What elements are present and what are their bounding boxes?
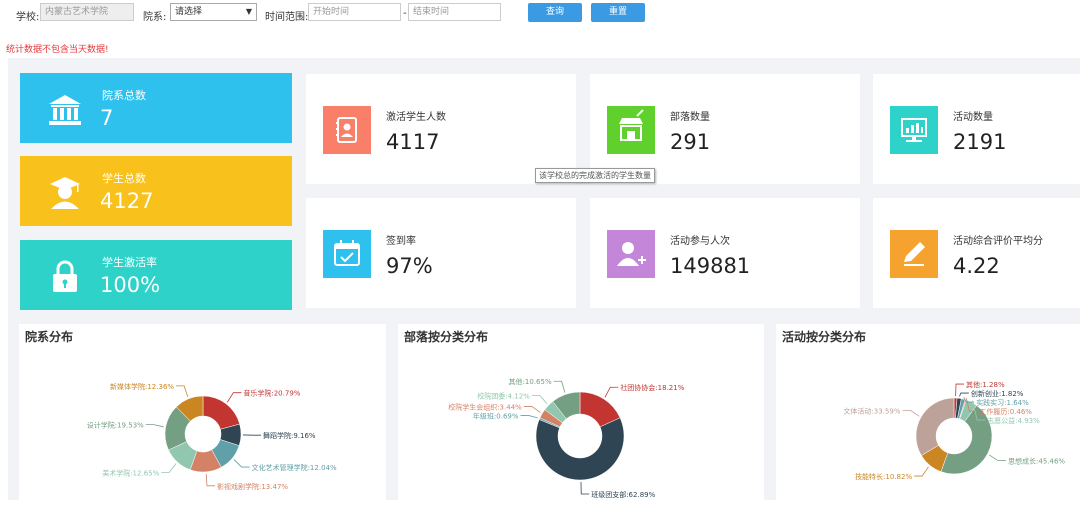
- label-line: [161, 463, 177, 473]
- slice-label: 社团协协会:18.21%: [620, 383, 684, 392]
- chart-title: 活动按分类分布: [782, 330, 867, 344]
- slice-label: 校院学生会组织:3.44%: [448, 402, 522, 411]
- reset-button[interactable]: 重置: [591, 3, 645, 22]
- lock-icon: [53, 260, 77, 292]
- slice-label: 技能特长:10.82%: [855, 472, 912, 481]
- shop-icon: [607, 106, 655, 154]
- slice-label: 年级班:0.69%: [473, 411, 519, 420]
- tribe-distribution-panel: 部落按分类分布 社团协协会:18.21% 班级团支部:62.89% 其他:10.65…: [398, 324, 764, 500]
- avg-rating-value: 4.22: [953, 254, 1000, 278]
- label-line: [145, 424, 164, 428]
- label-line: [902, 409, 920, 417]
- label-line: [523, 406, 541, 413]
- active-students-value: 4117: [386, 130, 440, 154]
- start-time-input[interactable]: 开始时间: [308, 3, 401, 21]
- activity-distribution-panel: 活动按分类分布 其他:1.28% 创新创业:1.82% 实践实习:1.64% 工作履历…: [776, 324, 1080, 500]
- slice-label: 班级团支部:62.89%: [591, 490, 655, 499]
- avg-rating-card: 活动综合评价平均分 4.22: [873, 198, 1080, 308]
- slice-label: 其他:1.28%: [966, 380, 1005, 389]
- chart-title: 院系分布: [25, 330, 74, 344]
- dept-total-value: 7: [100, 106, 114, 130]
- school-input[interactable]: 内蒙古艺术学院: [40, 3, 134, 21]
- tooltip: 该学校总的完成激活的学生数量: [535, 168, 655, 183]
- checkin-rate-card: 签到率 97%: [306, 198, 576, 308]
- school-label: 学校:: [16, 12, 40, 23]
- chart-title: 部落按分类分布: [404, 330, 489, 344]
- dept-select-value: 请选择: [175, 7, 203, 17]
- slice-label: 设计学院:19.53%: [87, 421, 144, 430]
- pie-slice[interactable]: [915, 397, 955, 456]
- tribe-count-label: 部落数量: [670, 112, 710, 123]
- participation-value: 149881: [670, 254, 751, 278]
- label-line: [553, 380, 566, 393]
- activation-rate-label: 学生激活率: [102, 256, 157, 269]
- graduate-icon: [50, 177, 80, 209]
- avg-rating-label: 活动综合评价平均分: [953, 236, 1043, 247]
- checkin-rate-value: 97%: [386, 254, 433, 278]
- pie-slice[interactable]: [535, 417, 625, 481]
- participation-label: 活动参与人次: [670, 236, 730, 247]
- dept-total-card: 院系总数 7: [20, 73, 292, 143]
- dept-distribution-chart: 音乐学院:20.79% 舞蹈学院:9.16% 文化艺术管理学院:12.04% 影视戏剧…: [87, 382, 337, 491]
- pie-slice[interactable]: [202, 395, 240, 430]
- end-time-input[interactable]: 结束时间: [408, 3, 501, 21]
- slice-label: 其他:10.65%: [509, 377, 552, 386]
- dept-distribution-panel: 院系分布 音乐学院:20.79% 舞蹈学院:9.16% 文化艺术管理学院:12.04…: [19, 324, 386, 500]
- label-line: [531, 395, 548, 405]
- slice-label: 新媒体学院:12.36%: [110, 382, 174, 391]
- checkin-rate-label: 签到率: [386, 236, 416, 247]
- label-line: [959, 392, 969, 397]
- time-range-label: 时间范围:: [265, 12, 309, 23]
- label-line: [520, 415, 538, 419]
- slice-label: 文化艺术管理学院:12.04%: [252, 463, 337, 472]
- tribe-distribution-chart: 社团协协会:18.21% 班级团支部:62.89% 其他:10.65% 校院团委:4.…: [448, 377, 685, 499]
- building-icon: [49, 95, 81, 125]
- label-line: [176, 385, 189, 398]
- student-total-label: 学生总数: [102, 172, 146, 185]
- label-line: [955, 383, 965, 397]
- dept-select[interactable]: 请选择 ▼: [170, 3, 257, 21]
- label-line: [226, 392, 242, 403]
- activation-rate-value: 100%: [100, 273, 161, 297]
- slice-label: 工作履历:0.46%: [979, 407, 1032, 416]
- dept-total-label: 院系总数: [102, 89, 146, 102]
- filter-bar: 学校: 内蒙古艺术学院 院系: 请选择 ▼ 时间范围: 开始时间 - 结束时间 …: [0, 0, 1080, 30]
- slice-label: 校院团委:4.12%: [477, 392, 530, 401]
- query-button[interactable]: 查询: [528, 3, 582, 22]
- time-separator: -: [403, 8, 407, 19]
- slice-label: 舞蹈学院:9.16%: [263, 431, 316, 440]
- label-line: [914, 466, 929, 477]
- notice-text: 统计数据不包含当天数据!: [6, 45, 109, 55]
- student-total-card: 学生总数 4127: [20, 156, 292, 226]
- label-line: [233, 459, 250, 468]
- activity-count-label: 活动数量: [953, 112, 993, 123]
- participation-card: 活动参与人次 149881: [590, 198, 860, 308]
- slice-label: 创新创业:1.82%: [971, 389, 1024, 398]
- contact-book-icon: [323, 106, 371, 154]
- pencil-icon: [890, 230, 938, 278]
- slice-label: 音乐学院:20.79%: [243, 389, 300, 398]
- slice-label: 影视戏剧学院:13.47%: [217, 482, 288, 491]
- student-total-value: 4127: [100, 189, 154, 213]
- slice-label: 文体活动:33.59%: [843, 406, 900, 415]
- dept-label: 院系:: [143, 12, 167, 23]
- calendar-check-icon: [323, 230, 371, 278]
- label-line: [580, 481, 590, 495]
- active-students-label: 激活学生人数: [386, 112, 446, 123]
- label-line: [604, 386, 619, 398]
- activity-distribution-chart: 其他:1.28%创新创业:1.82%实践实习:1.64%工作履历:0.46%志愿…: [843, 380, 1065, 481]
- label-line: [205, 473, 216, 487]
- tribe-count-value: 291: [670, 130, 711, 154]
- slice-label: 美术学院:12.65%: [102, 468, 159, 477]
- slice-label: 实践实习:1.64%: [976, 398, 1029, 407]
- chevron-down-icon: ▼: [245, 7, 252, 16]
- add-user-icon: [607, 230, 655, 278]
- slice-label: 志愿公益:4.93%: [987, 416, 1040, 425]
- slice-label: 思想成长:45.46%: [1008, 457, 1065, 466]
- label-line: [989, 454, 1007, 462]
- monitor-chart-icon: [890, 106, 938, 154]
- activity-count-card: 活动数量 2191: [873, 74, 1080, 184]
- activity-count-value: 2191: [953, 130, 1007, 154]
- activation-rate-card: 学生激活率 100%: [20, 240, 292, 310]
